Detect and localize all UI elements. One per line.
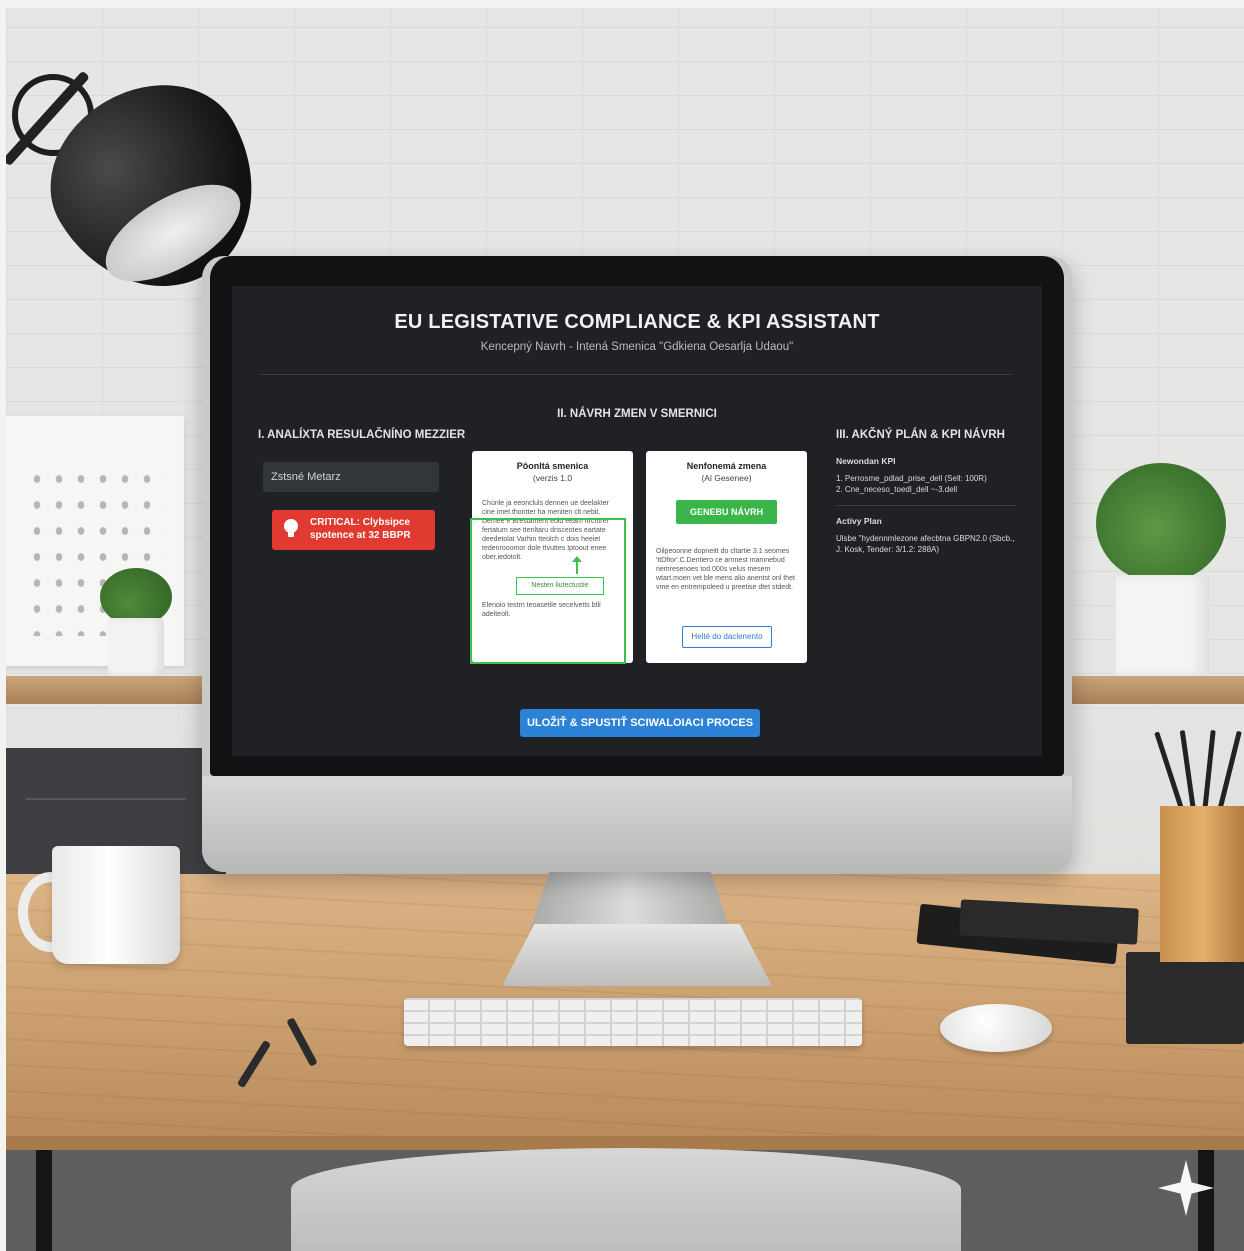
plant-right bbox=[1096, 463, 1226, 676]
kpi-item: 1. Perrosme_pdlad_prise_dell (Sell: 100R… bbox=[836, 474, 987, 483]
alert-text: CRITICAL: Clybsipce spotence at 32 BBPR bbox=[310, 517, 411, 541]
action-plan-panel: Newondan KPI 1. Perrosme_pdlad_prise_del… bbox=[836, 456, 1016, 555]
column1-heading: I. ANALÍXTA RESULAČNÍNO MEZZIER bbox=[258, 429, 466, 441]
chair bbox=[291, 1148, 961, 1251]
monitor-stand-neck bbox=[530, 870, 730, 930]
monitor-chin bbox=[202, 776, 1072, 872]
kpi-item: 2. Cne_neceso_toedl_dell ~-3.dell bbox=[836, 485, 958, 494]
pencil-cup bbox=[1160, 806, 1244, 962]
desk-lamp bbox=[6, 48, 293, 325]
plan-heading: Activy Plan bbox=[836, 516, 882, 526]
app-title: EU LEGISTATIVE COMPLIANCE & KPI ASSISTAN… bbox=[394, 311, 880, 333]
kpi-heading: Newondan KPI bbox=[836, 456, 896, 466]
highlight-label[interactable]: Nesten liutectustie bbox=[516, 577, 604, 595]
generate-button[interactable]: GENEBU NÁVRH bbox=[676, 500, 777, 524]
desk-leg bbox=[1198, 1150, 1214, 1251]
app-subtitle: Kencepný Navrh - Intená Smenica "Gdkiena… bbox=[480, 341, 794, 353]
plan-text: Ulsbe "hydennmlezone afecbtna GBPN2.0 (S… bbox=[836, 534, 1015, 554]
arrow-up-icon bbox=[572, 556, 582, 574]
desk-leg bbox=[36, 1150, 52, 1251]
add-to-document-button[interactable]: Helté do daclenento bbox=[682, 626, 772, 648]
column2-heading: II. NÁVRH ZMEN V SMERNICI bbox=[557, 408, 717, 420]
shelf-left bbox=[6, 676, 221, 704]
plant-left bbox=[100, 568, 172, 676]
shelf-right bbox=[1072, 676, 1244, 704]
card-title: Pôonltá smenica bbox=[516, 461, 589, 471]
plant-pot bbox=[108, 618, 164, 676]
coffee-mug bbox=[52, 846, 180, 964]
plant-leaves bbox=[1096, 463, 1226, 583]
keyboard bbox=[404, 998, 862, 1046]
lightbulb-icon bbox=[284, 519, 298, 537]
save-and-start-button[interactable]: ULOŽIŤ & SPUSTIŤ SCIWALOIACI PROCES bbox=[520, 709, 760, 737]
notebook bbox=[1126, 952, 1244, 1044]
card-subtitle: (verzis 1.0 bbox=[532, 473, 573, 483]
mouse bbox=[940, 1004, 1052, 1052]
panel-divider bbox=[836, 505, 1016, 506]
header-divider bbox=[260, 374, 1012, 375]
monitor-stand-base bbox=[502, 924, 772, 986]
plant-pot bbox=[1116, 575, 1210, 676]
card-title: Nenfonemá zmena bbox=[686, 461, 767, 471]
column3-heading: III. AKČNÝ PLÁN & KPI NÁVRH bbox=[836, 429, 1005, 441]
regulation-select[interactable]: Zstsné Metarz bbox=[263, 462, 439, 492]
critical-alert[interactable]: CRITICAL: Clybsipce spotence at 32 BBPR bbox=[272, 510, 435, 550]
card-text: Oilpeoonne dopneitt do cltartie 3.1 seom… bbox=[656, 548, 795, 591]
app-screen: EU LEGISTATIVE COMPLIANCE & KPI ASSISTAN… bbox=[232, 286, 1042, 756]
card-subtitle: (Al Gesenee) bbox=[701, 473, 752, 483]
